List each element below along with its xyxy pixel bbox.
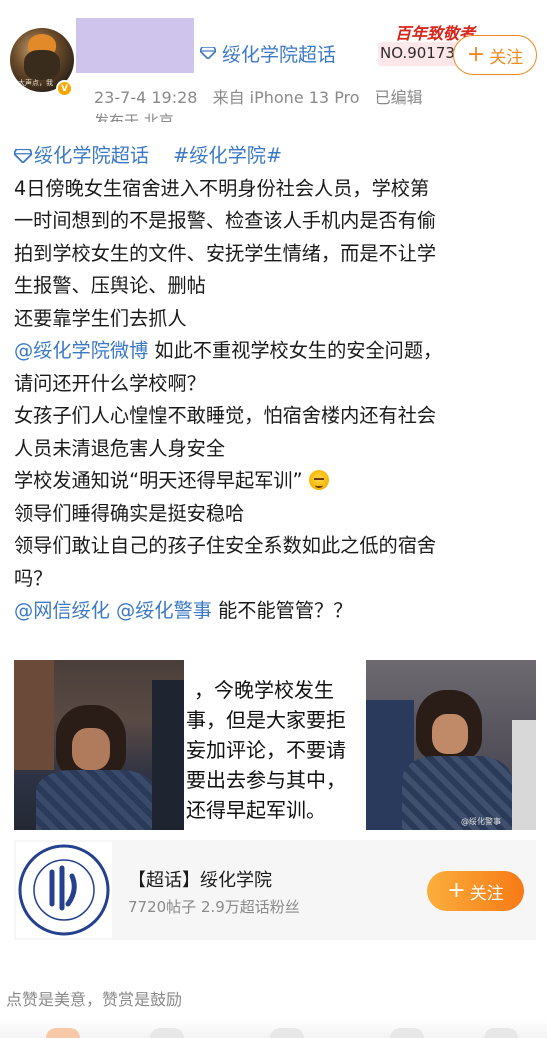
follow-supertopic-button[interactable]: + 关注 (427, 871, 524, 911)
supertopic-source-link[interactable]: 绥化学院超话 (222, 40, 336, 67)
plus-icon: + (447, 878, 466, 903)
award-number: NO.901731 (380, 44, 465, 62)
avatar-caption: 大声点，我 (18, 79, 53, 87)
image-door (14, 660, 54, 770)
post-image-1[interactable] (14, 660, 184, 830)
supertopic-title: 【超话】绥化学院 (128, 870, 272, 891)
post-line: 领导们敢让自己的孩子住安全系数如此之低的宿舍 (14, 534, 437, 557)
post-line-text: 学校发通知说“明天还得早起军训” (14, 469, 303, 492)
post-meta: 23-7-4 19:28 来自 iPhone 13 Pro 已编辑 (94, 84, 423, 108)
action-button-icon[interactable] (390, 1028, 424, 1038)
supertopic-stats: 7720帖子 2.9万超话粉丝 (128, 898, 300, 916)
notice-text-line: 还得早起军训。 (186, 798, 326, 822)
notice-text-line: 事，但是大家要拒 (186, 708, 346, 732)
post-line: 还要靠学生们去抓人 (14, 306, 187, 330)
mention-link[interactable]: @网信绥化 (14, 599, 110, 622)
published-location: 发布于 北京 (94, 112, 174, 122)
supertopic-link[interactable]: 绥化学院超话 (34, 144, 149, 167)
image-guard (152, 680, 184, 830)
university-seal-icon (18, 844, 110, 936)
post-line-text: 能不能管管？？ (211, 599, 353, 622)
sweat-smile-emoji-icon (308, 470, 329, 490)
action-button-icon[interactable] (150, 1028, 184, 1038)
post-timestamp: 23-7-4 19:28 (94, 88, 198, 107)
post-image-2-notice[interactable]: ，今晚学校发生 事，但是大家要拒 妄加评论，不要请 要出去参与其中， 还得早起军… (184, 660, 366, 830)
notice-text-line: 妄加评论，不要请 (186, 738, 346, 762)
mention-link[interactable]: @绥化学院微博 (14, 339, 148, 362)
follow-user-button[interactable]: + 关注 (453, 35, 537, 75)
image-person-face (432, 714, 468, 754)
reward-button-icon[interactable] (46, 1028, 80, 1038)
post-line-with-mentions: @网信绥化 @绥化警事 能不能管管？？ (14, 595, 540, 628)
image-watermark: @绥化警事 (461, 817, 501, 826)
reward-hint: 点赞是美意，赞赏是鼓励 (6, 990, 183, 1009)
post-line: 请问还开什么学校啊？ (14, 371, 206, 395)
post-line: 拍到学校女生的文件、安抚学生情绪，而是不让学 (14, 241, 437, 265)
notice-text-line: 要出去参与其中， (186, 768, 346, 792)
post-line: 吗？ (14, 566, 53, 590)
post-line: 4日傍晚女生宿舍进入不明身份社会人员，学校第 (14, 176, 430, 200)
username-redacted (76, 18, 194, 73)
university-logo (16, 842, 112, 938)
post-line: 女孩子们人心惶惶不敢睡觉，怕宿舍楼内还有社会 (14, 404, 437, 427)
plus-icon: + (466, 42, 486, 67)
hashtag-link[interactable]: #绥化学院# (173, 144, 282, 167)
notice-text-line: ，今晚学校发生 (194, 678, 334, 702)
post-line-with-mention: @绥化学院微博 如此不重视学校女生的安全问题， (14, 335, 540, 368)
image-person-body (36, 770, 156, 830)
follow-label: 关注 (469, 883, 504, 904)
post-topic-line: 绥化学院超话 #绥化学院# (14, 140, 540, 173)
image-person-face (72, 728, 110, 770)
action-button-icon[interactable] (484, 1028, 518, 1038)
post-body: 绥化学院超话 #绥化学院# 4日傍晚女生宿舍进入不明身份社会人员，学校第 一时间想… (14, 140, 540, 628)
action-button-icon[interactable] (270, 1028, 304, 1038)
follow-label: 关注 (489, 47, 524, 68)
post-line: 领导们睡得确实是挺安稳哈 (14, 501, 245, 525)
post-line: 一时间想到的不是报警、检查该人手机内是否有偷 (14, 209, 437, 232)
post-line: 人员未清退危害人身安全 (14, 436, 226, 460)
post-source: 来自 iPhone 13 Pro (212, 88, 360, 107)
verified-badge-icon (56, 80, 73, 97)
supertopic-diamond-icon (200, 47, 216, 59)
post-line-with-emoji: 学校发通知说“明天还得早起军训” (14, 465, 540, 498)
post-image-3[interactable]: @绥化警事 (366, 660, 536, 830)
avatar-body (24, 50, 60, 80)
edited-label[interactable]: 已编辑 (375, 88, 423, 107)
supertopic-diamond-icon (14, 149, 32, 163)
mention-link[interactable]: @绥化警事 (116, 599, 212, 622)
post-line-text: 如此不重视学校女生的安全问题， (148, 339, 443, 362)
post-line: 生报警、压舆论、删帖 (14, 274, 206, 297)
image-bystander (512, 720, 536, 830)
